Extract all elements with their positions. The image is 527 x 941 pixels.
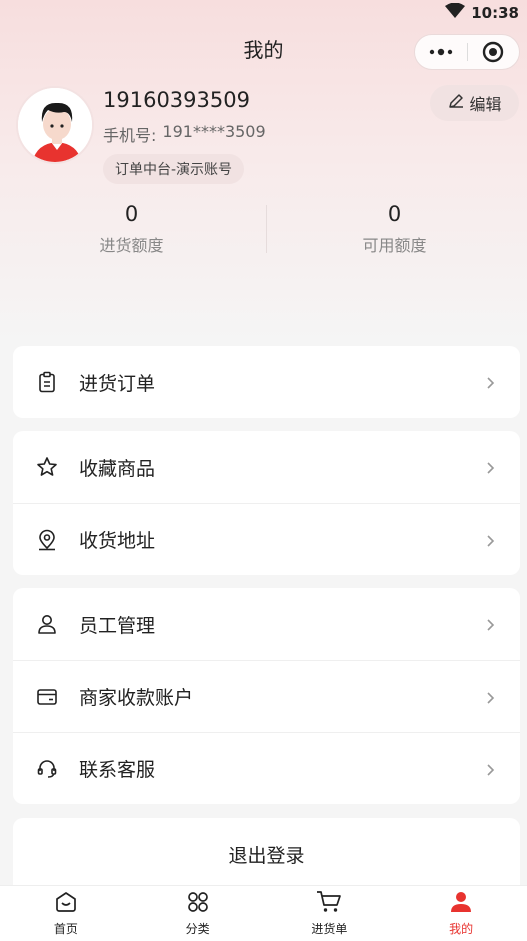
cart-icon <box>316 890 342 918</box>
home-smile-icon <box>54 890 78 918</box>
phone-value: 191****3509 <box>162 122 266 141</box>
pencil-icon <box>447 92 465 114</box>
menu-item-customer-service[interactable]: 联系客服 <box>13 732 520 804</box>
stat-label: 进货额度 <box>99 236 164 255</box>
menu-item-label: 商家收款账户 <box>79 687 194 709</box>
menu-item-label: 收藏商品 <box>79 457 156 480</box>
tab-category[interactable]: 分类 <box>132 886 264 941</box>
menu-item-favorites[interactable]: 收藏商品 <box>13 431 520 503</box>
menu-group-management: 员工管理 商家收款账户 联系客服 <box>13 588 520 804</box>
status-time: 10:38 <box>471 4 519 22</box>
stat-label: 可用额度 <box>362 236 427 255</box>
tab-label: 分类 <box>185 922 210 936</box>
menu-group-favorites: 收藏商品 收货地址 <box>13 431 520 575</box>
menu-item-purchase-orders[interactable]: 进货订单 <box>13 346 520 418</box>
tab-label: 我的 <box>449 922 474 936</box>
tab-cart[interactable]: 进货单 <box>264 886 396 941</box>
wifi-icon <box>445 2 466 23</box>
profile-name: 19160393509 <box>103 88 250 112</box>
wallet-icon <box>35 685 59 709</box>
chevron-right-icon <box>484 762 498 776</box>
location-pin-icon <box>35 528 59 552</box>
stat-value: 0 <box>387 202 402 226</box>
chevron-right-icon <box>484 690 498 704</box>
chevron-right-icon <box>484 533 498 547</box>
account-tag: 订单中台-演示账号 <box>103 154 245 184</box>
star-icon <box>35 455 59 479</box>
category-grid-icon <box>186 890 210 918</box>
menu-item-staff[interactable]: 员工管理 <box>13 588 520 660</box>
tab-home[interactable]: 首页 <box>0 886 132 941</box>
menu-group-orders: 进货订单 <box>13 346 520 418</box>
profile-phone: 手机号: 191****3509 <box>103 122 266 146</box>
menu-item-label: 联系客服 <box>79 759 156 781</box>
credit-stats: 0 进货额度 0 可用额度 <box>0 200 527 260</box>
tab-label: 进货单 <box>311 922 348 936</box>
edit-button[interactable]: 编辑 <box>430 85 519 121</box>
phone-label: 手机号: <box>103 126 157 145</box>
menu-item-merchant-account[interactable]: 商家收款账户 <box>13 660 520 732</box>
chevron-right-icon <box>484 375 498 389</box>
more-dots-icon[interactable] <box>415 35 467 69</box>
bottom-tab-bar: 首页 分类 进货单 我的 <box>0 885 527 941</box>
chevron-right-icon <box>484 460 498 474</box>
chevron-right-icon <box>484 617 498 631</box>
miniprogram-capsule <box>414 34 520 70</box>
menu-item-label: 进货订单 <box>79 372 156 395</box>
logout-button[interactable]: 退出登录 <box>13 818 520 890</box>
user-icon <box>35 612 59 636</box>
headset-icon <box>35 757 59 781</box>
tab-mine[interactable]: 我的 <box>395 886 527 941</box>
stat-available-credit[interactable]: 0 可用额度 <box>263 200 526 260</box>
status-bar: 10:38 <box>0 0 527 26</box>
menu-item-label: 员工管理 <box>79 614 156 637</box>
avatar[interactable] <box>16 86 94 164</box>
tab-label: 首页 <box>53 922 78 936</box>
menu-item-address[interactable]: 收货地址 <box>13 503 520 575</box>
stat-purchase-credit[interactable]: 0 进货额度 <box>0 200 263 260</box>
person-icon <box>449 890 473 918</box>
target-close-icon[interactable] <box>467 35 519 69</box>
menu-item-label: 收货地址 <box>79 530 156 552</box>
edit-label: 编辑 <box>469 95 502 114</box>
clipboard-icon <box>35 370 59 394</box>
stats-divider <box>266 205 267 253</box>
stat-value: 0 <box>124 202 139 226</box>
